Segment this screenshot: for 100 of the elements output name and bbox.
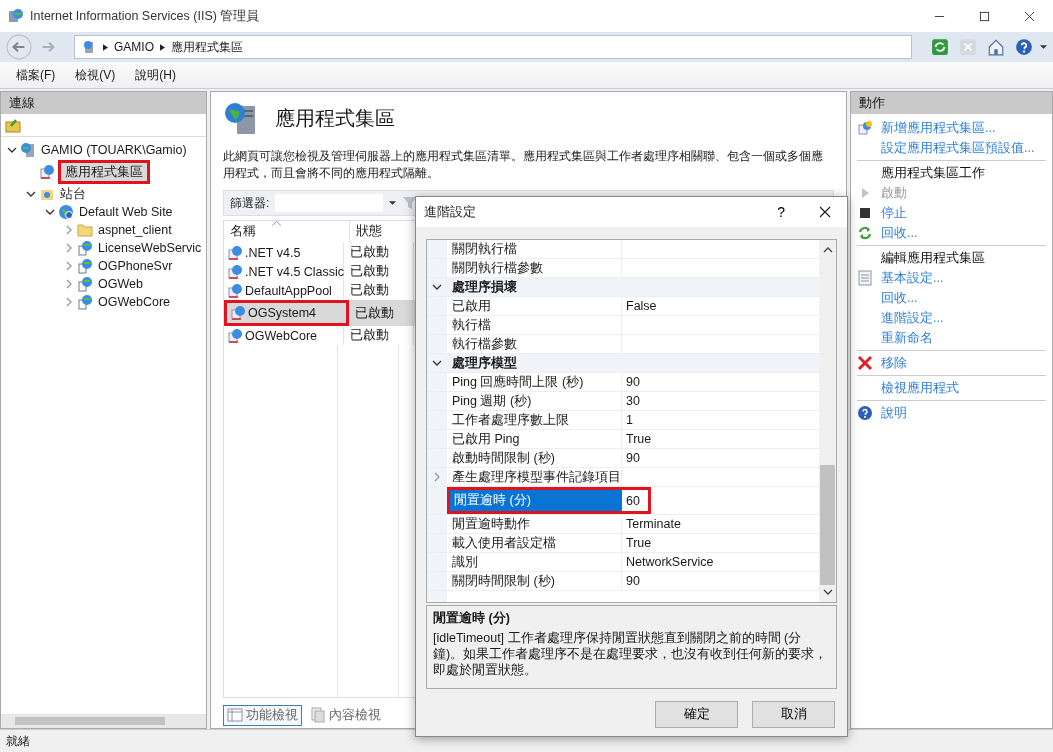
action-link[interactable]: 回收... <box>881 289 918 307</box>
pool-name: .NET v4.5 Classic <box>245 264 345 279</box>
tree-item[interactable]: OGWebCore <box>96 294 172 310</box>
dropdown-caret-icon[interactable] <box>389 201 397 205</box>
scroll-up-icon[interactable] <box>822 247 833 253</box>
view-tab[interactable]: 功能檢視 <box>223 704 302 726</box>
property-value[interactable]: Terminate <box>622 515 819 533</box>
tree-item[interactable]: Default Web Site <box>77 204 175 220</box>
action-link[interactable]: 移除 <box>881 354 907 372</box>
app-pool-icon <box>227 327 243 344</box>
property-name[interactable]: 已啟用 Ping <box>447 430 622 448</box>
horizontal-scrollbar[interactable] <box>1 714 206 728</box>
stop-square-icon <box>857 205 873 221</box>
property-name[interactable]: 閒置逾時 (分) <box>447 487 622 514</box>
maximize-icon[interactable] <box>979 10 990 22</box>
breadcrumb-arrow-icon <box>103 43 108 51</box>
refresh-icon[interactable] <box>931 38 949 56</box>
property-value[interactable]: True <box>622 534 819 552</box>
pool-name-cell[interactable]: .NET v4.5 Classic <box>224 262 344 281</box>
property-value[interactable]: 90 <box>622 449 819 467</box>
view-tab[interactable]: 內容檢視 <box>306 704 385 726</box>
app-pool-icon <box>230 305 246 321</box>
scroll-down-icon[interactable] <box>822 589 833 595</box>
expander-icon[interactable] <box>432 358 442 368</box>
close-icon[interactable] <box>819 206 831 218</box>
tree-item[interactable]: 站台 <box>58 186 88 202</box>
action-link[interactable]: 新增應用程式集區... <box>881 119 996 137</box>
close-icon[interactable] <box>1024 10 1035 22</box>
breadcrumb[interactable]: 應用程式集區 <box>171 38 243 56</box>
action-link[interactable]: 基本設定... <box>881 269 944 287</box>
home-icon[interactable] <box>987 38 1005 56</box>
property-name[interactable]: Ping 週期 (秒) <box>447 392 622 410</box>
property-name[interactable]: 識別 <box>447 553 622 571</box>
tree-item[interactable]: LicenseWebServic <box>96 240 204 256</box>
menu-item[interactable]: 檔案(F) <box>16 66 56 84</box>
application-icon <box>77 258 93 274</box>
property-name[interactable]: 關閉時間限制 (秒) <box>447 572 622 590</box>
status-cell: 已啟動 <box>344 326 414 345</box>
property-name[interactable]: 產生處理序模型事件記錄項目 <box>447 468 622 486</box>
help-button[interactable]: ? <box>773 204 789 220</box>
tree-item[interactable]: OGPhoneSvr <box>96 258 175 274</box>
dialog-button[interactable]: 取消 <box>752 701 835 728</box>
status-cell: 已啟動 <box>344 243 414 262</box>
property-value[interactable]: 1 <box>622 411 819 429</box>
action-link[interactable]: 設定應用程式集區預設值... <box>881 139 1035 157</box>
property-name[interactable]: 工作者處理序數上限 <box>447 411 622 429</box>
property-value[interactable]: 30 <box>622 392 819 410</box>
property-value[interactable]: NetworkService <box>622 553 819 571</box>
column-header[interactable]: 名稱 <box>224 221 350 243</box>
tree-item[interactable]: OGWeb <box>96 276 145 292</box>
expander-icon[interactable] <box>432 282 442 292</box>
menu-item[interactable]: 檢視(V) <box>75 66 116 84</box>
tree-item[interactable]: GAMIO (TOUARK\Gamio) <box>39 142 189 158</box>
pool-name-cell[interactable]: DefaultAppPool <box>224 281 344 300</box>
expander-icon[interactable] <box>7 145 17 155</box>
dialog-button[interactable]: 確定 <box>655 701 738 728</box>
tree-item[interactable]: aspnet_client <box>96 222 174 238</box>
vertical-scrollbar[interactable] <box>819 240 836 602</box>
property-name[interactable]: 處理序損壞 <box>447 278 819 296</box>
pool-name-cell[interactable]: OGSystem4 <box>224 300 349 326</box>
action-link[interactable]: 停止 <box>881 204 907 222</box>
pool-name: OGWebCore <box>245 328 317 343</box>
back-icon[interactable] <box>6 34 32 60</box>
property-name[interactable]: 執行檔 <box>447 316 622 334</box>
filter-label: 篩選器: <box>230 194 270 212</box>
property-name[interactable]: 關閉執行檔 <box>447 240 622 258</box>
address-field[interactable]: GAMIO 應用程式集區 <box>74 35 912 59</box>
status-cell: 已啟動 <box>344 262 414 281</box>
breadcrumb[interactable]: GAMIO <box>114 40 154 54</box>
action-link[interactable]: 回收... <box>881 224 918 242</box>
property-name[interactable]: 載入使用者設定檔 <box>447 534 622 552</box>
property-name[interactable]: 處理序模型 <box>447 354 819 372</box>
action-heading: 應用程式集區工作 <box>881 164 985 182</box>
expander-icon[interactable] <box>26 189 36 199</box>
property-name[interactable]: 啟動時間限制 (秒) <box>447 449 622 467</box>
action-link[interactable]: 重新命名 <box>881 329 933 347</box>
action-link[interactable]: 檢視應用程式 <box>881 379 959 397</box>
property-value[interactable]: True <box>622 430 819 448</box>
pool-name-cell[interactable]: OGWebCore <box>224 326 344 345</box>
property-name[interactable]: Ping 回應時間上限 (秒) <box>447 373 622 391</box>
property-name[interactable]: 執行檔參數 <box>447 335 622 353</box>
property-value[interactable]: 60 <box>622 487 651 514</box>
property-value[interactable]: 90 <box>622 373 819 391</box>
property-value[interactable]: 90 <box>622 572 819 590</box>
help-icon <box>857 405 873 421</box>
tree-item[interactable]: 應用程式集區 <box>58 160 150 184</box>
connect-icon[interactable] <box>5 117 21 133</box>
pool-name-cell[interactable]: .NET v4.5 <box>224 243 344 262</box>
dropdown-caret-icon[interactable] <box>1040 45 1047 49</box>
action-link[interactable]: 說明 <box>881 404 907 422</box>
application-icon <box>77 294 93 310</box>
property-name[interactable]: 閒置逾時動作 <box>447 515 622 533</box>
property-value[interactable]: False <box>622 297 819 315</box>
action-link[interactable]: 進階設定... <box>881 309 944 327</box>
menu-item[interactable]: 說明(H) <box>135 66 176 84</box>
pool-name: OGSystem4 <box>248 306 317 320</box>
help-icon[interactable] <box>1015 38 1033 56</box>
property-name[interactable]: 關閉執行檔參數 <box>447 259 622 277</box>
property-name[interactable]: 已啟用 <box>447 297 622 315</box>
expander-icon[interactable] <box>45 207 55 217</box>
